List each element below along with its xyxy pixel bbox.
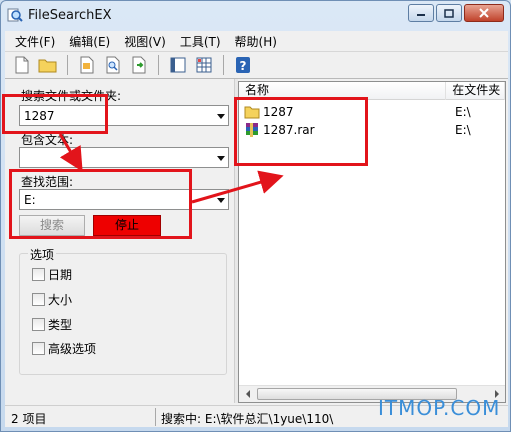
annotation-arrows bbox=[58, 133, 284, 204]
arrow-scope-to-results bbox=[191, 170, 284, 204]
arrow-name-to-scope bbox=[58, 133, 83, 172]
watermark: ITMOP.COM bbox=[378, 396, 501, 420]
